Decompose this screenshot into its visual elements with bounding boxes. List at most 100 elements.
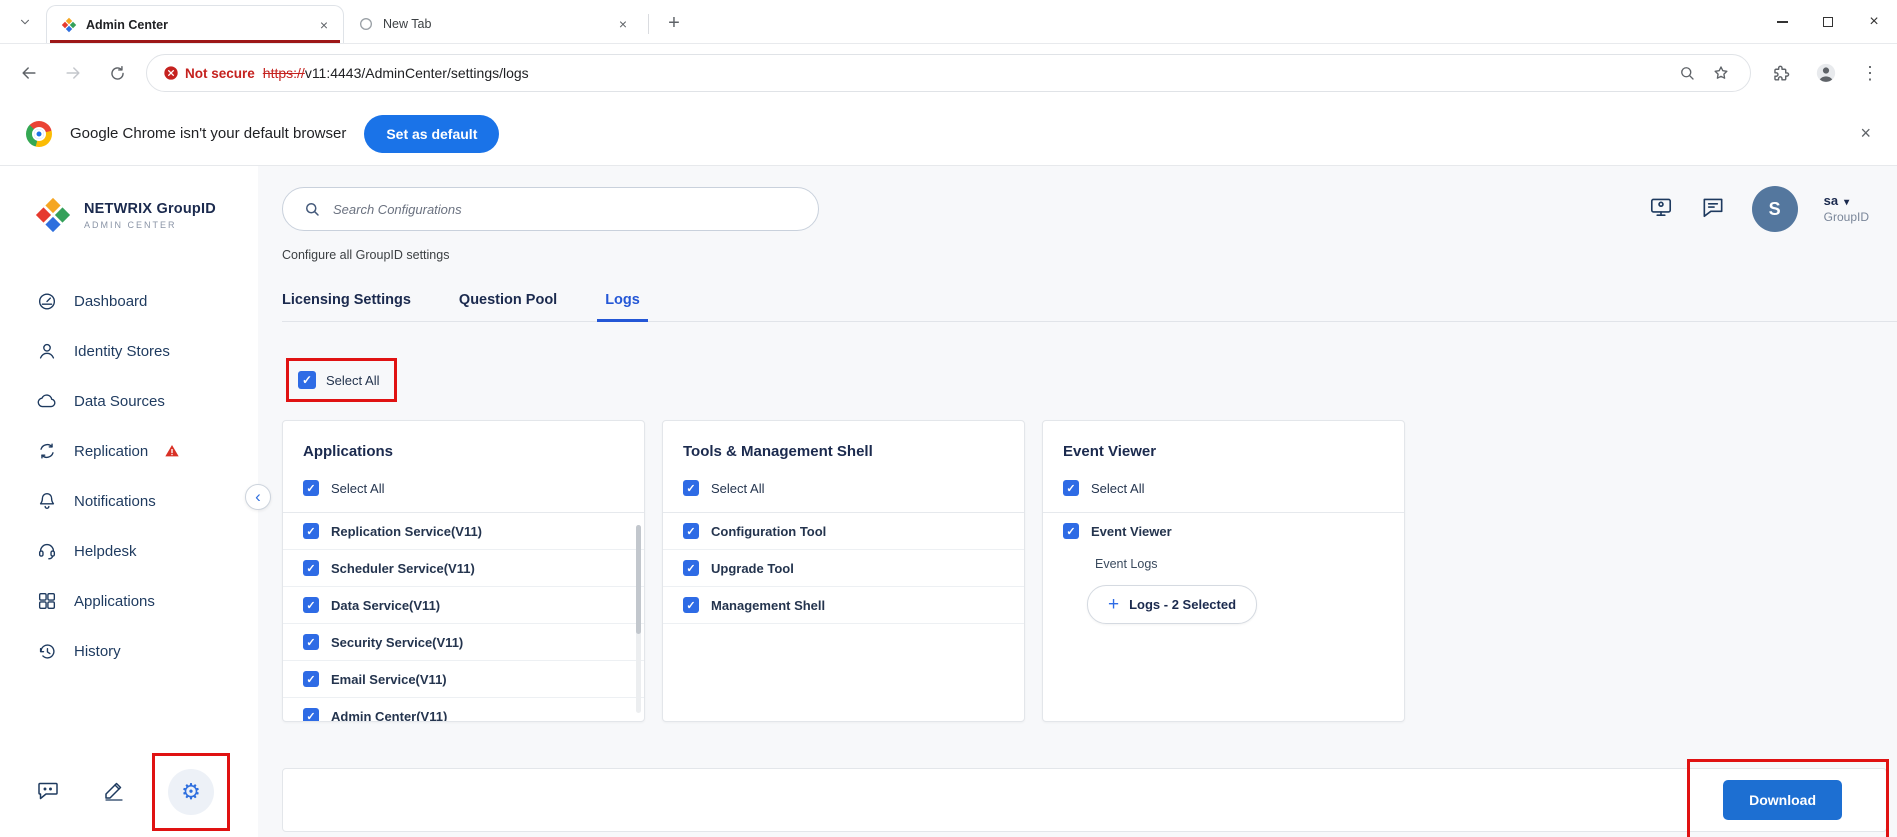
list-item: Data Service(V11) <box>283 587 644 624</box>
minimize-button[interactable] <box>1759 0 1805 43</box>
scrollbar[interactable] <box>636 525 641 713</box>
remote-session-button[interactable] <box>1648 194 1674 225</box>
reload-icon <box>110 65 124 80</box>
item-checkbox[interactable] <box>303 671 319 687</box>
tab-search-button[interactable] <box>8 5 42 39</box>
card-title: Applications <box>303 443 394 460</box>
data-sources-icon <box>37 394 56 408</box>
feedback-chat-button[interactable] <box>36 778 60 807</box>
list-item: Configuration Tool <box>663 513 1024 550</box>
header-right: S sa ▾ GroupID <box>1648 186 1869 232</box>
user-org: GroupID <box>1823 209 1869 224</box>
new-tab-button[interactable]: + <box>659 8 689 38</box>
banner-message: Google Chrome isn't your default browser <box>70 125 347 142</box>
zoom-button[interactable] <box>1674 60 1700 86</box>
sidebar-item-replication[interactable]: Replication <box>0 426 258 476</box>
tab-close-icon[interactable]: × <box>315 16 333 34</box>
list-item: Management Shell <box>663 587 1024 624</box>
not-secure-badge[interactable]: Not secure <box>163 65 255 81</box>
main-header: S sa ▾ GroupID <box>282 186 1897 232</box>
whats-new-button[interactable] <box>102 778 126 807</box>
user-avatar[interactable]: S <box>1751 186 1798 232</box>
forward-button[interactable] <box>58 58 88 88</box>
sidebar-collapse-button[interactable]: ‹ <box>245 484 271 510</box>
settings-button[interactable]: ⚙ <box>168 769 214 815</box>
item-checkbox[interactable] <box>303 708 319 721</box>
tab-licensing-settings[interactable]: Licensing Settings <box>282 292 411 308</box>
card-title: Event Viewer <box>1063 443 1157 460</box>
select-all-checkbox[interactable] <box>683 480 699 496</box>
toolbar-right: ⋮ <box>1765 58 1883 88</box>
banner-close-icon[interactable]: × <box>1860 123 1897 144</box>
sidebar-item-label: Applications <box>74 592 155 610</box>
event-viewer-select-all-row: Select All <box>1043 476 1404 513</box>
tab-question-pool[interactable]: Question Pool <box>459 292 557 308</box>
address-bar[interactable]: Not secure https://v11:4443/AdminCenter/… <box>146 54 1751 92</box>
profile-button[interactable] <box>1811 58 1841 88</box>
tab-logs[interactable]: Logs <box>597 292 648 322</box>
bookmark-button[interactable] <box>1708 60 1734 86</box>
tab-close-icon[interactable]: × <box>614 15 632 33</box>
user-menu[interactable]: sa ▾ <box>1824 193 1869 210</box>
select-all-checkbox[interactable] <box>298 371 316 389</box>
item-checkbox[interactable] <box>303 634 319 650</box>
scrollbar-thumb[interactable] <box>636 525 641 635</box>
download-button[interactable]: Download <box>1723 780 1842 820</box>
item-label: Security Service(V11) <box>331 634 464 650</box>
set-as-default-button[interactable]: Set as default <box>364 114 500 153</box>
browser-menu-button[interactable]: ⋮ <box>1857 63 1883 84</box>
list-item: Email Service(V11) <box>283 661 644 698</box>
reload-button[interactable] <box>102 58 132 88</box>
tab-new-tab[interactable]: New Tab × <box>344 5 642 43</box>
maximize-button[interactable] <box>1805 0 1851 43</box>
item-checkbox[interactable] <box>683 560 699 576</box>
settings-tabs: Licensing Settings Question Pool Logs <box>282 292 1897 322</box>
sidebar-item-dashboard[interactable]: Dashboard <box>0 276 258 326</box>
sidebar-item-identity-stores[interactable]: Identity Stores <box>0 326 258 376</box>
sidebar-item-data-sources[interactable]: Data Sources <box>0 376 258 426</box>
helpdesk-icon <box>38 543 56 560</box>
not-secure-icon <box>164 66 178 80</box>
minimize-icon <box>1776 20 1788 23</box>
search-configurations[interactable] <box>282 187 819 231</box>
item-label: Data Service(V11) <box>331 597 441 613</box>
log-source-cards: Applications Select All Replication Serv… <box>282 420 1897 722</box>
back-button[interactable] <box>14 58 44 88</box>
list-item: Admin Center(V11) <box>283 698 644 721</box>
sidebar-item-notifications[interactable]: Notifications <box>0 476 258 526</box>
close-window-button[interactable]: × <box>1851 0 1897 43</box>
forward-arrow-icon <box>66 67 80 79</box>
item-checkbox[interactable] <box>303 560 319 576</box>
extensions-button[interactable] <box>1765 58 1795 88</box>
sidebar-item-helpdesk[interactable]: Helpdesk <box>0 526 258 576</box>
sidebar-item-label: History <box>74 642 121 660</box>
netwrix-favicon <box>61 17 77 32</box>
sidebar-item-label: Dashboard <box>74 292 148 310</box>
brand-name: NETWRIX GroupID <box>84 200 216 217</box>
warning-icon <box>165 445 179 457</box>
logs-selected-button[interactable]: + Logs - 2 Selected <box>1087 585 1258 624</box>
select-all-checkbox[interactable] <box>1063 480 1079 496</box>
search-input[interactable] <box>333 201 798 217</box>
help-chat-button[interactable] <box>1700 194 1726 225</box>
list-item: Event Viewer <box>1043 513 1404 549</box>
item-checkbox[interactable] <box>683 523 699 539</box>
tab-title: New Tab <box>383 17 432 31</box>
item-checkbox[interactable] <box>303 523 319 539</box>
item-label: Scheduler Service(V11) <box>331 560 475 576</box>
not-secure-label: Not secure <box>185 65 255 81</box>
sidebar-item-applications[interactable]: Applications <box>0 576 258 626</box>
item-checkbox[interactable] <box>303 597 319 613</box>
item-checkbox[interactable] <box>1063 523 1079 539</box>
item-label: Email Service(V11) <box>331 671 447 687</box>
tab-admin-center[interactable]: Admin Center × <box>46 5 344 43</box>
maximize-icon <box>1823 16 1833 27</box>
main-content: S sa ▾ GroupID Configure all GroupID sett… <box>258 166 1897 837</box>
select-all-checkbox[interactable] <box>303 480 319 496</box>
sidebar-nav: Dashboard Identity Stores Data Sources R… <box>0 276 258 676</box>
item-checkbox[interactable] <box>683 597 699 613</box>
sidebar-item-history[interactable]: History <box>0 626 258 676</box>
replication-icon <box>40 443 54 459</box>
brand: NETWRIX GroupID ADMIN CENTER <box>0 166 258 234</box>
newtab-favicon <box>360 18 372 30</box>
